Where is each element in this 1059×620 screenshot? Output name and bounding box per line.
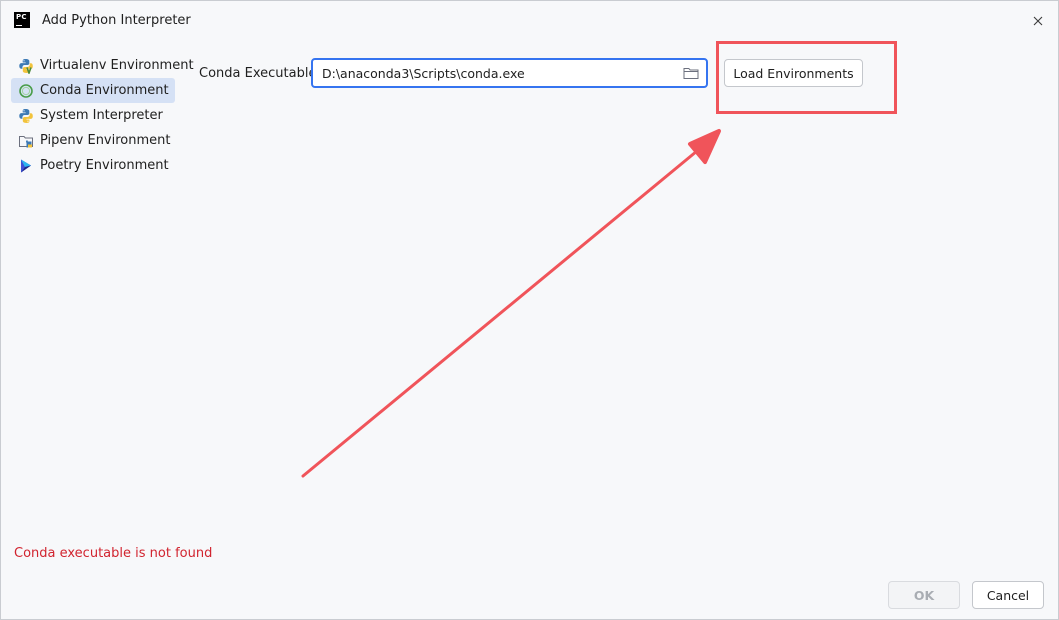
conda-executable-field[interactable]: D:\anaconda3\Scripts\conda.exe: [311, 58, 708, 88]
conda-executable-label: Conda Executable:: [199, 66, 321, 81]
sidebar-item-label: System Interpreter: [40, 108, 163, 123]
dialog-title: Add Python Interpreter: [42, 13, 191, 28]
cancel-button[interactable]: Cancel: [972, 581, 1044, 609]
sidebar-item-label: Conda Environment: [40, 83, 169, 98]
sidebar-item-label: Pipenv Environment: [40, 133, 171, 148]
conda-executable-value[interactable]: D:\anaconda3\Scripts\conda.exe: [322, 66, 525, 81]
title-bar: PC Add Python Interpreter: [1, 1, 1058, 41]
sidebar-item-poetry[interactable]: Poetry Environment: [11, 153, 181, 178]
add-python-interpreter-dialog: PC Add Python Interpreter Virtualenv Env…: [0, 0, 1059, 620]
load-environments-button[interactable]: Load Environments: [724, 59, 863, 87]
environment-type-list: Virtualenv Environment Conda Environment: [11, 53, 194, 178]
sidebar-item-virtualenv[interactable]: Virtualenv Environment: [11, 53, 194, 78]
sidebar-item-conda[interactable]: Conda Environment: [11, 78, 175, 103]
error-message: Conda executable is not found: [14, 546, 213, 561]
pipenv-folder-icon: [18, 133, 34, 149]
close-icon: [1033, 16, 1043, 26]
pycharm-logo-icon: PC: [14, 12, 30, 28]
poetry-icon: [18, 158, 34, 174]
sidebar-item-pipenv[interactable]: Pipenv Environment: [11, 128, 181, 153]
python-icon: [18, 108, 34, 124]
sidebar-item-label: Poetry Environment: [40, 158, 169, 173]
ok-button[interactable]: OK: [888, 581, 960, 609]
conda-icon: [18, 83, 34, 99]
sidebar-item-label: Virtualenv Environment: [40, 58, 194, 73]
browse-folder-icon[interactable]: [683, 66, 699, 80]
python-virtualenv-icon: [18, 58, 34, 74]
close-button[interactable]: [1026, 9, 1050, 33]
sidebar-item-system-interpreter[interactable]: System Interpreter: [11, 103, 181, 128]
